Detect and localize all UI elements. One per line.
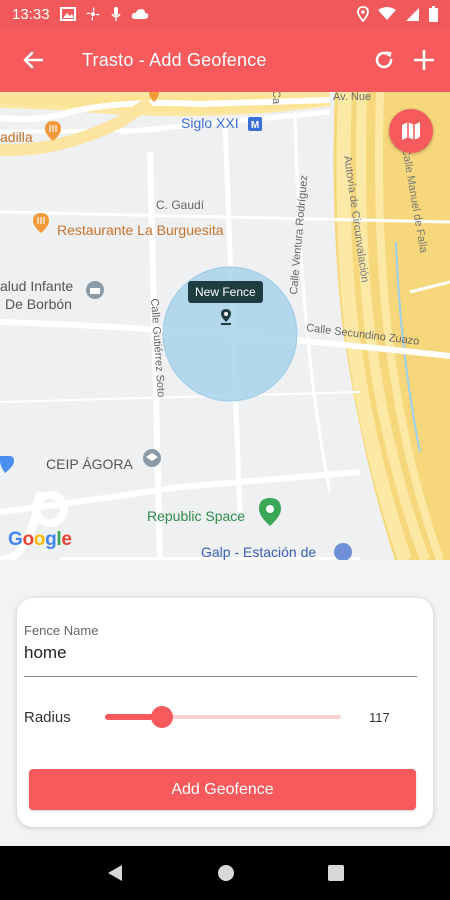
gallery-icon [59,7,76,21]
restaurant-pin-icon [45,121,61,141]
fence-marker-icon [221,309,231,325]
map-label: alud Infante [0,278,74,294]
map-label: Republic Space [147,508,246,524]
map-label: Galp - Estación de [201,544,317,560]
add-geofence-button[interactable]: Add Geofence [29,769,416,810]
wifi-icon [378,7,396,20]
map-label: Ca [270,92,282,105]
home-circle-icon[interactable] [217,864,235,882]
signal-icon [406,7,419,21]
location-pin-icon [259,498,281,526]
radius-slider[interactable] [105,705,341,729]
map-label: De Borbón [5,296,72,312]
gas-station-icon [334,543,352,560]
shop-pin-icon [0,456,14,473]
recents-square-icon[interactable] [327,865,344,881]
back-button[interactable] [0,28,66,92]
cloud-icon [131,9,148,19]
fence-name-input[interactable]: home [24,643,67,663]
fence-name-label: Fence Name [24,623,99,638]
refresh-icon [375,51,393,69]
map-label: C. Gaudí [156,198,205,212]
status-bar: 13:33 [0,0,450,28]
slider-thumb[interactable] [150,706,173,728]
map-icon [402,122,420,140]
app-bar: Trasto - Add Geofence [0,28,450,92]
svg-text:M: M [251,120,259,131]
fence-name-underline [24,676,417,677]
refresh-button[interactable] [364,28,404,92]
school-pin-icon [143,449,161,467]
top-pin-icon [149,92,159,102]
map-label: Restaurante La Burguesita [57,222,224,238]
back-triangle-icon[interactable] [106,864,124,882]
status-time: 13:33 [12,5,50,23]
radius-value: 117 [369,710,390,725]
map-canvas [0,92,450,560]
mic-icon [110,7,121,21]
battery-icon [429,6,438,22]
metro-icon: M [248,117,262,131]
restaurant-pin-icon [33,213,49,233]
google-logo: Google [8,529,72,550]
fan-icon [85,7,100,21]
location-icon [357,6,369,22]
map-label: Av. Nue [333,92,372,103]
map-view[interactable]: M adilla Siglo XXI Av. Nue C. Gaudí Rest… [0,92,450,560]
app-title: Trasto - Add Geofence [82,49,267,70]
plus-icon [414,50,434,70]
geofence-form-card: Fence Name home Radius 117 Add Geofence [17,598,433,827]
map-label: adilla [0,129,33,145]
radius-label: Radius [24,709,71,726]
map-type-button[interactable] [389,109,433,153]
fence-tooltip: New Fence [188,281,263,303]
map-label: CEIP ÁGORA [46,456,133,472]
add-button[interactable] [404,28,444,92]
system-nav-bar [0,846,450,900]
map-label: Siglo XXI [181,115,239,131]
arrow-left-icon [23,51,43,69]
hospital-pin-icon [86,281,104,299]
